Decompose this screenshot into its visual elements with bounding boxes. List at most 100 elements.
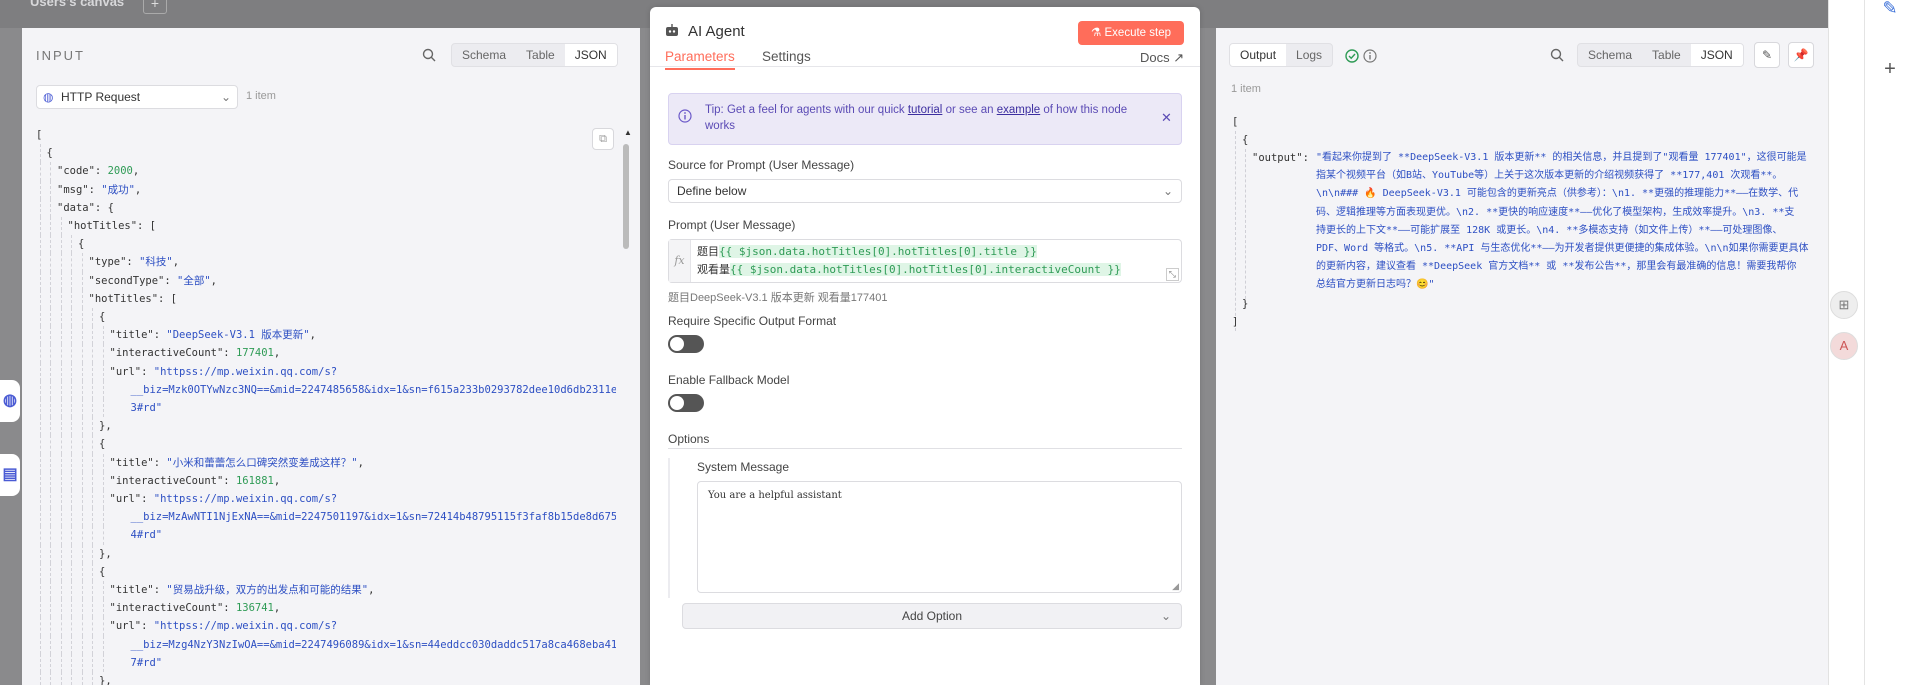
search-icon[interactable] [1550, 47, 1564, 62]
indent-guide [50, 253, 51, 272]
tab-logs[interactable]: Logs [1286, 44, 1332, 66]
output-text-line: 总结官方更新日志吗？😊" [1316, 279, 1435, 291]
prompt-label: Prompt (User Message) [668, 218, 796, 232]
extension-icon[interactable]: ✎ [1878, 0, 1902, 19]
fallback-toggle[interactable] [668, 394, 704, 412]
globe-icon[interactable]: ◍ [0, 380, 20, 422]
indent-guide [81, 617, 83, 636]
indent-guide [50, 380, 51, 400]
tab-parameters[interactable]: Parameters [665, 49, 735, 70]
example-link[interactable]: example [997, 104, 1040, 116]
node-select[interactable]: ◍ HTTP Request ⌄ [36, 85, 238, 109]
canvas-title: Users's canvas [30, 0, 125, 9]
close-icon[interactable]: ✕ [1161, 110, 1172, 126]
tab-table[interactable]: Table [1642, 44, 1691, 66]
json-token: , [273, 602, 281, 615]
json-line: 7#rd" [36, 653, 616, 673]
indent-guide [50, 599, 51, 618]
execute-step-button[interactable]: ⚗ Execute step [1078, 21, 1184, 45]
indent-guide [39, 526, 41, 545]
indent-guide [39, 289, 41, 309]
tab-output[interactable]: Output [1230, 44, 1287, 66]
fallback-label: Enable Fallback Model [668, 373, 790, 387]
json-string: __biz=MzAwNTI1NjExNA==&mid=2247501197&id… [130, 511, 617, 524]
tab-settings[interactable]: Settings [762, 49, 811, 64]
tip-callout: Tip: Get a feel for agents with our quic… [668, 93, 1182, 145]
tab-schema[interactable]: Schema [1578, 44, 1642, 66]
output-format-toggle[interactable] [668, 335, 704, 353]
options-label: Options [668, 432, 710, 446]
translate-icon[interactable]: A [1830, 332, 1858, 360]
indent-guide [60, 653, 62, 673]
indent-guide [39, 471, 41, 491]
indent-guide [71, 599, 72, 618]
info-icon[interactable] [1363, 48, 1377, 63]
indent-guide [39, 344, 41, 363]
json-string: 4#rd" [130, 529, 163, 542]
node-title: AI Agent [688, 23, 745, 40]
json-line: { [36, 144, 616, 163]
indent-guide [60, 635, 62, 654]
prompt-field[interactable]: fx 题目{{ $json.data.hotTitles[0].hotTitle… [668, 239, 1182, 283]
indent-guide [71, 635, 72, 654]
pin-icon[interactable]: 📌 [1788, 42, 1814, 68]
prompt-expression-1: {{ $json.data.hotTitles[0].hotTitles[0].… [719, 245, 1037, 258]
indent-guide [39, 653, 41, 673]
indent-guide [39, 271, 41, 290]
add-tab-button[interactable]: + [143, 0, 167, 14]
source-select[interactable]: Define below ⌄ [668, 179, 1182, 203]
json-open-bracket: [ [1232, 116, 1239, 128]
indent-guide [81, 417, 83, 436]
resize-handle[interactable]: ◢ [1172, 581, 1179, 592]
indent-guide [92, 599, 93, 618]
indent-guide [39, 581, 41, 600]
source-label: Source for Prompt (User Message) [668, 158, 855, 172]
indent-guide [39, 599, 41, 618]
tab-json[interactable]: JSON [1690, 44, 1743, 66]
tab-schema[interactable]: Schema [452, 44, 516, 66]
tutorial-link[interactable]: tutorial [908, 104, 943, 116]
json-line: { [36, 235, 616, 254]
plus-icon[interactable]: + [1878, 58, 1902, 81]
indent-guide [92, 617, 93, 636]
tab-table[interactable]: Table [516, 44, 565, 66]
indent-guide [92, 417, 93, 436]
json-line: { [36, 435, 616, 454]
tip-middle: or see an [942, 104, 997, 116]
indent-guide [39, 253, 41, 272]
json-string: __biz=Mzg4NzY3NzIwOA==&mid=2247496089&id… [130, 638, 617, 651]
json-line: "title": "DeepSeek-V3.1 版本更新", [36, 326, 616, 345]
add-option-label: Add Option [901, 609, 963, 623]
edit-icon[interactable]: ✎ [1754, 42, 1780, 68]
system-message-input[interactable]: You are a helpful assistant ◢ [697, 481, 1182, 593]
json-token: , [210, 274, 217, 287]
indent-guide [60, 399, 62, 418]
json-line: "msg": "成功", [36, 180, 616, 199]
tab-json[interactable]: JSON [564, 44, 617, 66]
add-option-button[interactable]: Add Option ⌄ [682, 603, 1182, 629]
indent-guide [50, 490, 51, 509]
json-string: 3#rd" [130, 402, 163, 415]
json-string: "httpss://mp.weixin.qq.com/s? [153, 365, 338, 378]
indent-guide [81, 490, 83, 509]
output-key: "output": [1252, 152, 1316, 164]
json-string: "小米和蕾蕾怎么口碑突然变差成这样？" [166, 456, 358, 469]
expand-icon[interactable]: ⤡ [1165, 268, 1179, 281]
json-line: [ [36, 126, 616, 144]
indent-guide [60, 526, 62, 545]
search-icon[interactable] [422, 47, 436, 62]
document-icon[interactable]: ▤ [0, 454, 20, 496]
json-line: }, [36, 672, 616, 685]
input-scrollbar[interactable]: ▲ [622, 128, 632, 685]
info-icon [678, 108, 692, 123]
indent-guide [81, 635, 83, 654]
docs-link[interactable]: Docs ↗ [1140, 50, 1184, 66]
indent-guide [71, 362, 72, 381]
json-close-brace: } [1242, 298, 1249, 310]
json-token: "interactiveCount": [109, 474, 236, 487]
json-token: "url": [109, 620, 154, 633]
indent-guide [81, 362, 83, 381]
scan-icon[interactable]: ⊞ [1830, 291, 1858, 319]
indent-guide [102, 490, 104, 509]
indent-guide [71, 235, 72, 254]
